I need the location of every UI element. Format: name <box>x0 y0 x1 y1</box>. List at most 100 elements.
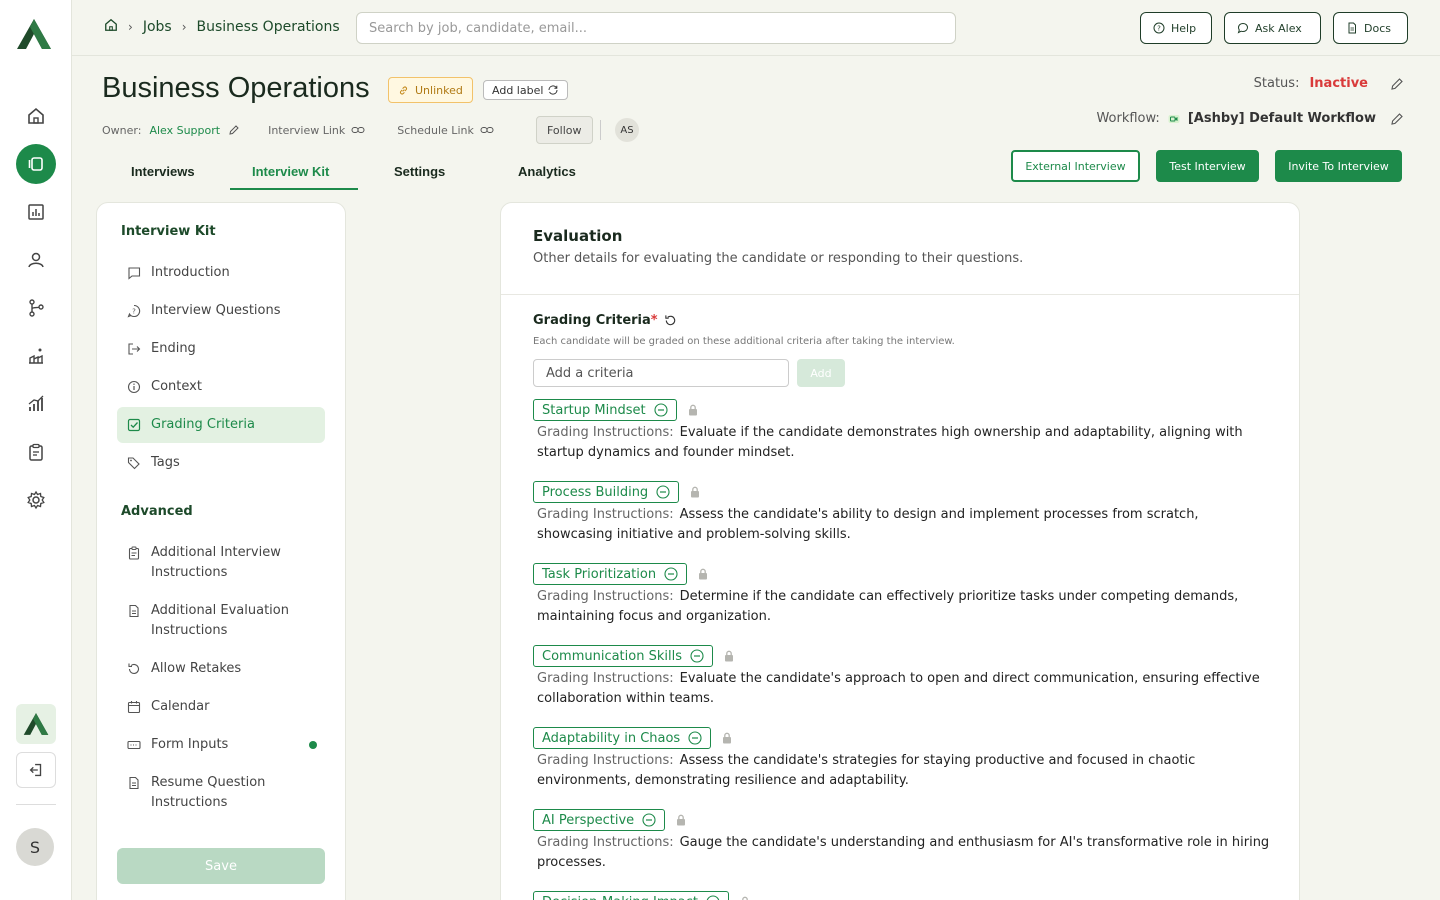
interviews-icon[interactable] <box>16 144 56 184</box>
tab-interview-kit[interactable]: Interview Kit <box>252 164 329 179</box>
remove-criteria-icon[interactable] <box>706 895 720 900</box>
lock-icon[interactable] <box>675 814 687 826</box>
interview-link[interactable]: Interview Link <box>268 124 345 137</box>
edit-owner-icon[interactable] <box>228 124 240 136</box>
nav-calendar[interactable]: Calendar <box>117 689 325 725</box>
search-input[interactable] <box>356 12 956 44</box>
nav-label: Additional Interview Instructions <box>151 545 281 580</box>
grading-criteria-title: Grading Criteria <box>533 313 651 328</box>
nav-introduction[interactable]: Introduction <box>117 255 325 291</box>
remove-criteria-icon[interactable] <box>656 485 670 499</box>
criteria-tag-row: AI Perspective <box>533 809 1273 831</box>
home-icon[interactable] <box>16 96 56 136</box>
user-avatar[interactable]: S <box>16 828 54 866</box>
workflow-icon[interactable] <box>16 288 56 328</box>
remove-criteria-icon[interactable] <box>664 567 678 581</box>
criteria-item: AI Perspective Grading Instructions: Gauge… <box>533 809 1273 873</box>
edit-workflow-icon[interactable] <box>1390 112 1404 126</box>
add-label-button[interactable]: Add label <box>483 80 569 100</box>
lock-icon[interactable] <box>687 404 699 416</box>
calendar-icon <box>127 701 141 714</box>
unlinked-badge[interactable]: Unlinked <box>388 77 473 103</box>
criteria-tag-row: Decision-Making Impact <box>533 891 1273 900</box>
tab-analytics[interactable]: Analytics <box>518 164 576 179</box>
lock-icon[interactable] <box>723 650 735 662</box>
lock-icon[interactable] <box>721 732 733 744</box>
external-interview-button[interactable]: External Interview <box>1011 150 1140 182</box>
criteria-tag[interactable]: Process Building <box>533 481 680 503</box>
lock-icon[interactable] <box>697 568 709 580</box>
help-button[interactable]: ? Help <box>1140 12 1212 44</box>
criteria-tag[interactable]: Adaptability in Chaos <box>533 727 712 749</box>
status-value: Inactive <box>1309 76 1368 91</box>
analytics-icon[interactable] <box>16 384 56 424</box>
follow-button[interactable]: Follow <box>536 116 593 144</box>
follower-avatar[interactable]: AS <box>615 118 639 142</box>
criteria-tag[interactable]: AI Perspective <box>533 809 666 831</box>
docs-label: Docs <box>1364 21 1391 35</box>
breadcrumb-current[interactable]: Business Operations <box>197 19 340 35</box>
criteria-tag-row: Startup Mindset <box>533 399 1273 421</box>
criteria-item: Adaptability in Chaos Grading Instruction… <box>533 727 1273 791</box>
nav-grading-criteria[interactable]: Grading Criteria <box>117 407 325 443</box>
candidates-icon[interactable] <box>16 240 56 280</box>
link-icon[interactable] <box>351 125 365 135</box>
lock-icon[interactable] <box>689 486 701 498</box>
integrations-icon[interactable] <box>16 336 56 376</box>
remove-criteria-icon[interactable] <box>688 731 702 745</box>
nav-resume-question-instructions[interactable]: Resume Question Instructions <box>117 765 325 821</box>
tab-interviews[interactable]: Interviews <box>131 164 195 179</box>
remove-criteria-icon[interactable] <box>642 813 656 827</box>
add-criteria-button[interactable]: Add <box>797 359 845 387</box>
nav-allow-retakes[interactable]: Allow Retakes <box>117 651 325 687</box>
nav-form-inputs[interactable]: Form Inputs <box>117 727 325 763</box>
owner-name[interactable]: Alex Support <box>149 124 220 137</box>
remove-criteria-icon[interactable] <box>654 403 668 417</box>
save-button[interactable]: Save <box>117 848 325 884</box>
ashby-logo-icon[interactable] <box>16 18 52 50</box>
chevron-right-icon: › <box>128 20 133 34</box>
criteria-tag[interactable]: Decision-Making Impact <box>533 891 729 900</box>
nav-additional-interview-instructions[interactable]: Additional Interview Instructions <box>117 535 325 591</box>
criteria-tag[interactable]: Task Prioritization <box>533 563 688 585</box>
clipboard-icon <box>128 546 140 560</box>
brand-switch-button[interactable] <box>16 704 56 744</box>
link-icon[interactable] <box>480 125 494 135</box>
add-criteria-input[interactable] <box>533 359 789 387</box>
home-icon[interactable] <box>104 18 118 36</box>
document-icon <box>129 604 139 618</box>
criteria-tag[interactable]: Communication Skills <box>533 645 713 667</box>
nav-label: Introduction <box>151 265 230 280</box>
lock-icon[interactable] <box>739 896 751 900</box>
criteria-tag[interactable]: Startup Mindset <box>533 399 677 421</box>
workflow-name[interactable]: [Ashby] Default Workflow <box>1188 111 1376 126</box>
page-title: Business Operations <box>102 72 370 104</box>
docs-button[interactable]: Docs <box>1333 12 1408 44</box>
reset-icon[interactable] <box>664 314 677 327</box>
tag-refresh-icon <box>548 85 558 95</box>
checkbox-icon <box>127 418 141 432</box>
breadcrumb: › Jobs › Business Operations <box>104 18 340 36</box>
nav-context[interactable]: Context <box>117 369 325 405</box>
clipboard-icon[interactable] <box>16 432 56 472</box>
edit-status-icon[interactable] <box>1390 77 1404 91</box>
reports-icon[interactable] <box>16 192 56 232</box>
invite-to-interview-button[interactable]: Invite To Interview <box>1275 150 1402 182</box>
nav-ending[interactable]: Ending <box>117 331 325 367</box>
schedule-link[interactable]: Schedule Link <box>397 124 474 137</box>
breadcrumb-jobs[interactable]: Jobs <box>143 19 172 35</box>
test-interview-button[interactable]: Test Interview <box>1156 150 1259 182</box>
tab-settings[interactable]: Settings <box>394 164 445 179</box>
interview-kit-heading: Interview Kit <box>121 224 216 239</box>
logout-icon[interactable] <box>16 752 56 788</box>
ask-alex-label: Ask Alex <box>1255 21 1302 35</box>
remove-criteria-icon[interactable] <box>690 649 704 663</box>
ask-alex-button[interactable]: Ask Alex <box>1224 12 1321 44</box>
settings-icon[interactable] <box>16 480 56 520</box>
nav-interview-questions[interactable]: ? Interview Questions <box>117 293 325 329</box>
nav-additional-evaluation-instructions[interactable]: Additional Evaluation Instructions <box>117 593 325 649</box>
job-meta-row: Owner: Alex Support Interview Link Sched… <box>102 120 494 140</box>
grading-instructions-label: Grading Instructions: <box>537 507 674 522</box>
nav-tags[interactable]: Tags <box>117 445 325 481</box>
nav-label: Context <box>151 379 202 394</box>
